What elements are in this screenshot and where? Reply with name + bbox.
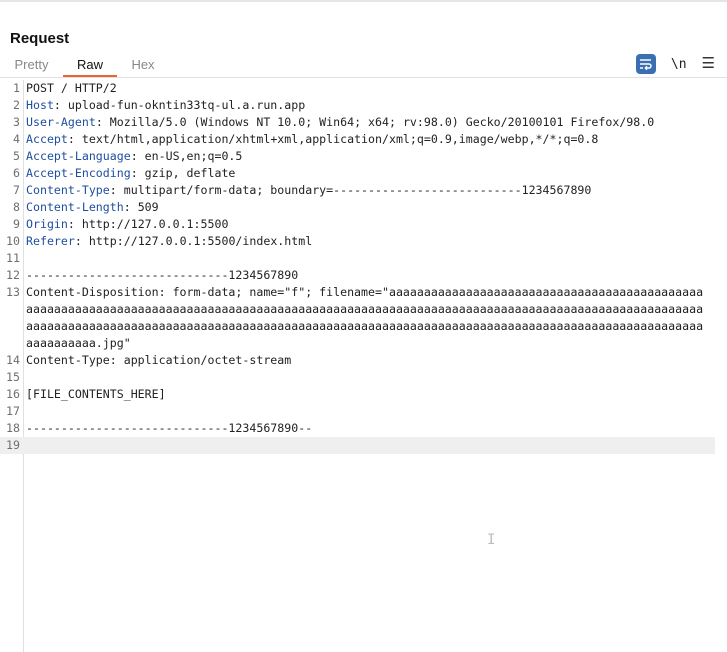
line-content: Content-Type: application/octet-stream <box>26 353 292 367</box>
line-number: 7 <box>13 183 20 197</box>
line-number: 14 <box>6 353 20 367</box>
line-content <box>26 369 710 386</box>
editor-line[interactable]: 4 Accept: text/html,application/xhtml+xml… <box>0 131 727 148</box>
line-content: [FILE_CONTENTS_HERE] <box>26 387 166 401</box>
header-name: User-Agent <box>26 115 96 129</box>
header-colon: : <box>123 200 131 214</box>
line-content: Referer: http://127.0.0.1:5500/index.htm… <box>26 233 710 250</box>
line-content: Accept-Encoding: gzip, deflate <box>26 165 710 182</box>
header-name: Accept-Encoding <box>26 166 131 180</box>
header-value: text/html,application/xhtml+xml,applicat… <box>74 132 599 146</box>
header-name: Content-Type <box>26 183 110 197</box>
header-colon: : <box>67 217 75 231</box>
line-content: Content-Length: 509 <box>26 199 710 216</box>
editor-line[interactable]: 10 Referer: http://127.0.0.1:5500/index.h… <box>0 233 727 250</box>
editor-line[interactable]: 14 Content-Type: application/octet-stream <box>0 352 727 369</box>
line-number: 2 <box>13 98 20 112</box>
line-number: 1 <box>13 81 20 95</box>
line-number: 19 <box>6 438 20 452</box>
editor-line[interactable]: 11 <box>0 250 727 267</box>
header-value: 509 <box>130 200 159 214</box>
top-border <box>0 0 727 2</box>
line-number: 10 <box>6 234 20 248</box>
line-number: 6 <box>13 166 20 180</box>
tab-divider <box>0 77 727 78</box>
line-number: 15 <box>6 370 20 384</box>
header-colon: : <box>74 234 82 248</box>
header-value: multipart/form-data; boundary=----------… <box>116 183 592 197</box>
header-colon: : <box>109 183 117 197</box>
line-number: 5 <box>13 149 20 163</box>
panel-title: Request <box>10 30 70 47</box>
line-number: 9 <box>13 217 20 231</box>
header-name: Accept-Language <box>26 149 131 163</box>
line-number: 12 <box>6 268 20 282</box>
header-value: http://127.0.0.1:5500 <box>74 217 229 231</box>
header-name: Referer <box>26 234 75 248</box>
header-name: Content-Length <box>26 200 124 214</box>
editor-line[interactable]: 12 -----------------------------123456789… <box>0 267 727 284</box>
editor-line[interactable]: 6 Accept-Encoding: gzip, deflate <box>0 165 727 182</box>
header-value: http://127.0.0.1:5500/index.html <box>81 234 313 248</box>
editor-line[interactable]: 2 Host: upload-fun-okntin33tq-ul.a.run.ap… <box>0 97 727 114</box>
line-content: Host: upload-fun-okntin33tq-ul.a.run.app <box>26 97 710 114</box>
line-number: 16 <box>6 387 20 401</box>
line-content: -----------------------------1234567890 <box>26 268 299 282</box>
show-newlines-button[interactable]: \n <box>671 57 687 72</box>
editor-line[interactable]: 17 <box>0 403 727 420</box>
line-number: 18 <box>6 421 20 435</box>
editor-line[interactable]: 13 Content-Disposition: form-data; name="… <box>0 284 727 352</box>
line-content <box>26 403 710 420</box>
line-content: Accept: text/html,application/xhtml+xml,… <box>26 131 710 148</box>
line-number: 3 <box>13 115 20 129</box>
line-content <box>26 437 710 454</box>
editor-line[interactable]: 1 POST / HTTP/2 <box>0 80 727 97</box>
line-number: 8 <box>13 200 20 214</box>
line-content <box>26 250 710 267</box>
line-content: Origin: http://127.0.0.1:5500 <box>26 216 710 233</box>
line-number: 17 <box>6 404 20 418</box>
editor-line[interactable]: 8 Content-Length: 509 <box>0 199 727 216</box>
editor-line[interactable]: 5 Accept-Language: en-US,en;q=0.5 <box>0 148 727 165</box>
tab-raw[interactable]: Raw <box>63 56 117 77</box>
view-tabs: Pretty Raw Hex <box>0 56 169 78</box>
header-value: en-US,en;q=0.5 <box>137 149 243 163</box>
line-content: POST / HTTP/2 <box>26 81 117 95</box>
line-content: -----------------------------1234567890-… <box>26 421 313 435</box>
header-colon: : <box>67 132 75 146</box>
hamburger-menu-icon[interactable]: ☰ <box>702 56 715 72</box>
editor-toolbar: \n ☰ <box>635 54 715 74</box>
header-value: gzip, deflate <box>137 166 236 180</box>
header-colon: : <box>130 166 138 180</box>
editor-lines: 1 POST / HTTP/2 2 Host: upload-fun-okntin33… <box>0 80 727 454</box>
line-content: Content-Disposition: form-data; name="f"… <box>26 285 704 350</box>
header-name: Accept <box>26 132 68 146</box>
line-number: 4 <box>13 132 20 146</box>
tab-pretty[interactable]: Pretty <box>0 56 63 77</box>
word-wrap-button[interactable] <box>635 54 656 74</box>
tab-hex[interactable]: Hex <box>117 56 169 77</box>
word-wrap-icon <box>639 59 652 70</box>
line-content: Accept-Language: en-US,en;q=0.5 <box>26 148 710 165</box>
header-colon: : <box>130 149 138 163</box>
header-value: Mozilla/5.0 (Windows NT 10.0; Win64; x64… <box>102 115 655 129</box>
header-colon: : <box>53 98 61 112</box>
editor-line[interactable]: 15 <box>0 369 727 386</box>
editor-line[interactable]: 19 <box>0 437 715 454</box>
raw-editor[interactable]: 1 POST / HTTP/2 2 Host: upload-fun-okntin33… <box>0 80 727 652</box>
header-name: Origin <box>26 217 68 231</box>
line-number: 11 <box>6 251 20 265</box>
line-content: Content-Type: multipart/form-data; bound… <box>26 182 710 199</box>
header-name: Host <box>26 98 54 112</box>
line-content: User-Agent: Mozilla/5.0 (Windows NT 10.0… <box>26 114 710 131</box>
editor-line[interactable]: 16 [FILE_CONTENTS_HERE] <box>0 386 727 403</box>
line-number: 13 <box>6 285 20 299</box>
editor-line[interactable]: 3 User-Agent: Mozilla/5.0 (Windows NT 10.… <box>0 114 727 131</box>
editor-line[interactable]: 9 Origin: http://127.0.0.1:5500 <box>0 216 727 233</box>
text-cursor-icon: I <box>487 532 496 548</box>
editor-line[interactable]: 7 Content-Type: multipart/form-data; boun… <box>0 182 727 199</box>
header-value: upload-fun-okntin33tq-ul.a.run.app <box>60 98 306 112</box>
editor-line[interactable]: 18 -----------------------------123456789… <box>0 420 727 437</box>
header-colon: : <box>95 115 103 129</box>
